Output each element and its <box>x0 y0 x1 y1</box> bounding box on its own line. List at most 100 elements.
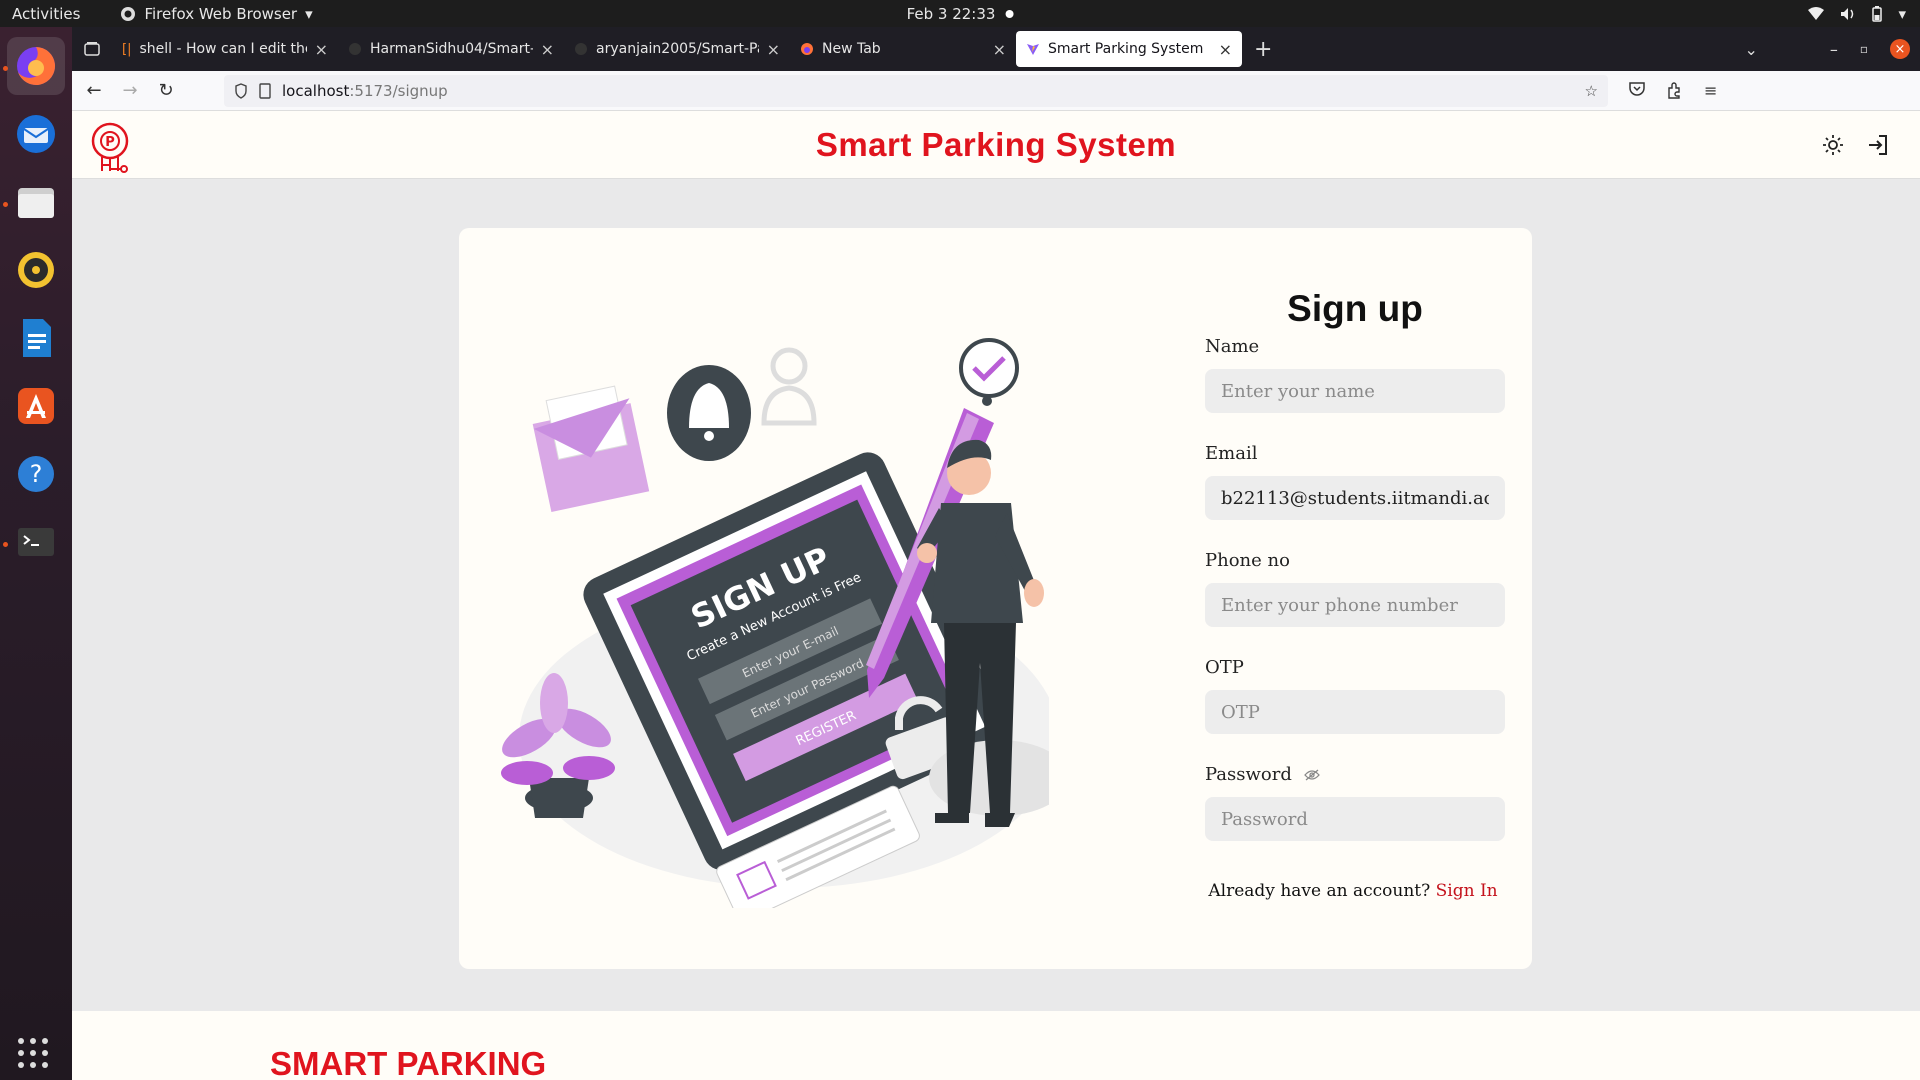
stackoverflow-favicon-icon: [| <box>122 41 132 57</box>
firefox-window: [| shell - How can I edit the × HarmanSi… <box>72 27 1920 1080</box>
sun-theme-icon[interactable] <box>1822 134 1844 156</box>
dock-rhythmbox[interactable] <box>7 241 65 299</box>
window-controls: ⌄ – ▫ × <box>1744 39 1910 59</box>
page-info-icon[interactable] <box>258 82 272 99</box>
url-path: :5173/signup <box>349 81 448 100</box>
email-label: Email <box>1205 443 1258 464</box>
dock: ? <box>0 27 72 1080</box>
forward-icon[interactable]: → <box>112 80 148 101</box>
svg-text:P: P <box>105 135 115 150</box>
wifi-icon <box>1808 6 1825 20</box>
firefox-favicon-icon <box>801 43 813 55</box>
svg-text:?: ? <box>30 460 43 488</box>
maximize-icon[interactable]: ▫ <box>1860 42 1868 56</box>
password-input[interactable] <box>1205 797 1505 841</box>
dock-app-center[interactable] <box>7 377 65 435</box>
phone-label: Phone no <box>1205 550 1290 571</box>
running-indicator <box>3 66 8 71</box>
tab-title: Smart Parking System <box>1048 41 1204 57</box>
tab-title: New Tab <box>822 41 881 57</box>
bookmark-star-icon[interactable]: ☆ <box>1585 82 1598 100</box>
system-tray[interactable]: ▾ <box>1808 5 1906 23</box>
tab-stackoverflow[interactable]: [| shell - How can I edit the × <box>112 31 338 67</box>
dock-help[interactable]: ? <box>7 445 65 503</box>
site-footer: SMART PARKING <box>72 1011 1920 1080</box>
email-input[interactable] <box>1205 476 1505 520</box>
otp-label: OTP <box>1205 657 1244 678</box>
shield-icon[interactable] <box>234 82 248 99</box>
new-tab-button[interactable]: + <box>1254 37 1272 62</box>
url-bar[interactable]: localhost:5173/signup ☆ <box>224 74 1608 107</box>
signin-row: Already have an account? Sign In <box>1203 881 1503 901</box>
tab-new-tab[interactable]: New Tab × <box>790 31 1016 67</box>
close-tab-icon[interactable]: × <box>1219 40 1232 59</box>
site-title: Smart Parking System <box>815 125 1177 163</box>
reload-icon[interactable]: ↻ <box>148 80 184 101</box>
list-all-tabs-icon[interactable]: ⌄ <box>1744 40 1757 59</box>
app-menu[interactable]: Firefox Web Browser ▾ <box>120 4 313 23</box>
notification-dot-icon <box>1005 9 1014 18</box>
dock-terminal[interactable] <box>3 513 65 571</box>
name-label: Name <box>1205 336 1260 357</box>
tab-title: shell - How can I edit the <box>139 41 307 57</box>
app-menu-label: Firefox Web Browser <box>144 4 298 23</box>
activities-button[interactable]: Activities <box>12 5 80 23</box>
firefox-icon <box>17 46 56 85</box>
back-icon[interactable]: ← <box>76 80 112 101</box>
pocket-icon[interactable] <box>1628 81 1646 97</box>
signup-card: SIGN UP Create a New Account is Free Ent… <box>459 228 1532 969</box>
system-top-bar: Activities Firefox Web Browser ▾ Feb 3 2… <box>0 0 1920 27</box>
minimize-icon[interactable]: – <box>1830 40 1838 59</box>
password-label-row: Password <box>1205 764 1505 785</box>
web-page: P Smart Parking System SIGN UP Create a … <box>72 111 1920 1080</box>
tab-overview-icon[interactable] <box>72 41 112 57</box>
tab-smart-parking[interactable]: Smart Parking System × <box>1016 31 1242 67</box>
login-icon[interactable] <box>1866 133 1890 157</box>
chevron-down-icon: ▾ <box>1898 4 1906 23</box>
phone-input[interactable] <box>1205 583 1505 627</box>
menu-hamburger-icon[interactable]: ≡ <box>1704 81 1717 100</box>
close-tab-icon[interactable]: × <box>315 40 328 59</box>
otp-input[interactable] <box>1205 690 1505 734</box>
github-favicon-icon <box>349 43 361 55</box>
tab-github-aryan[interactable]: aryanjain2005/Smart-Par × <box>564 31 790 67</box>
site-header: P Smart Parking System <box>72 111 1920 179</box>
firefox-small-icon <box>121 6 136 21</box>
help-icon: ? <box>18 456 54 492</box>
footer-brand: SMART PARKING <box>270 1045 547 1080</box>
volume-icon <box>1841 7 1854 20</box>
tab-title: HarmanSidhu04/Smart-P <box>370 41 533 57</box>
tab-github-harman[interactable]: HarmanSidhu04/Smart-P × <box>338 31 564 67</box>
parking-logo-icon[interactable]: P <box>88 121 136 175</box>
battery-icon <box>1872 5 1883 22</box>
eye-off-icon[interactable] <box>1304 769 1320 781</box>
show-apps-icon[interactable] <box>18 1038 48 1068</box>
terminal-icon <box>18 528 54 556</box>
signup-illustration: SIGN UP Create a New Account is Free Ent… <box>501 338 1049 908</box>
close-tab-icon[interactable]: × <box>993 40 1006 59</box>
window-close-icon[interactable]: × <box>1890 39 1910 59</box>
close-tab-icon[interactable]: × <box>541 40 554 59</box>
clock[interactable]: Feb 3 22:33 <box>907 5 1014 23</box>
form-title: Sign up <box>1287 288 1423 329</box>
url-host: localhost <box>282 81 350 100</box>
vite-favicon-icon <box>1027 44 1039 55</box>
check-bubble-icon <box>959 338 1019 398</box>
signin-link[interactable]: Sign In <box>1436 881 1498 901</box>
files-icon <box>18 188 54 218</box>
dock-files[interactable] <box>3 173 65 231</box>
running-indicator <box>3 542 8 547</box>
signup-form: Sign up Name Email Phone no OTP Password <box>1205 288 1505 841</box>
url-text[interactable]: localhost:5173/signup <box>282 82 448 100</box>
close-tab-icon[interactable]: × <box>767 40 780 59</box>
envelope-icon <box>532 385 650 512</box>
dock-firefox[interactable] <box>3 37 65 95</box>
chevron-down-icon: ▾ <box>305 4 313 23</box>
dock-writer[interactable] <box>7 309 65 367</box>
running-indicator <box>3 202 8 207</box>
dock-thunderbird[interactable] <box>7 105 65 163</box>
name-input[interactable] <box>1205 369 1505 413</box>
password-label: Password <box>1205 764 1292 785</box>
header-actions <box>1822 133 1890 157</box>
extensions-icon[interactable] <box>1666 81 1684 99</box>
